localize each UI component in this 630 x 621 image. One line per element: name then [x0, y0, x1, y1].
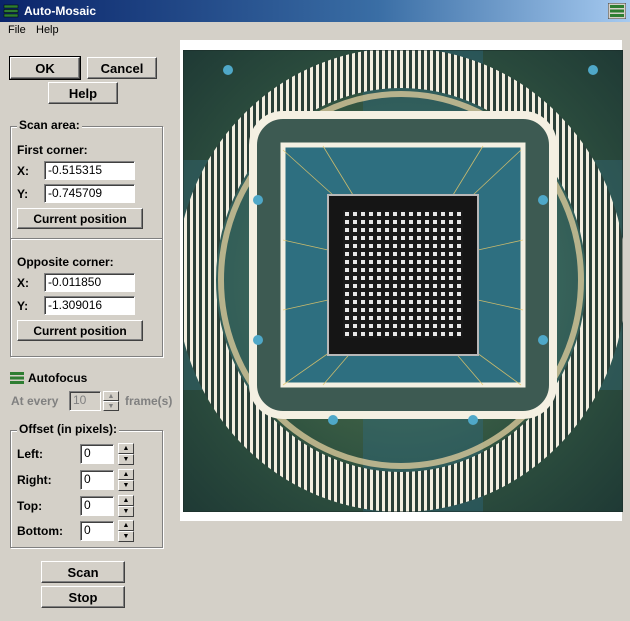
opposite-corner-y-input[interactable]: -1.309016 [44, 296, 135, 315]
offset-top-spinner[interactable]: ▲ ▼ [118, 495, 134, 517]
first-y-label: Y: [17, 187, 29, 201]
offset-right-spinner[interactable]: ▲ ▼ [118, 469, 134, 491]
first-corner-y-input[interactable]: -0.745709 [44, 184, 135, 203]
first-x-label: X: [17, 164, 29, 178]
spinner-down-icon[interactable]: ▼ [118, 454, 134, 465]
auto-mosaic-window: Auto-Mosaic File Help OK Cancel Help Sca… [0, 0, 630, 621]
spinner-up-icon[interactable]: ▲ [118, 443, 134, 454]
offset-top-label: Top: [17, 499, 43, 513]
autofocus-label[interactable]: Autofocus [28, 371, 87, 385]
spinner-up-icon[interactable]: ▲ [118, 495, 134, 506]
menu-file[interactable]: File [6, 24, 28, 36]
opposite-x-label: X: [17, 276, 29, 290]
autofocus-frames-input[interactable]: 10 [69, 391, 101, 411]
offset-bottom-input[interactable]: 0 [80, 521, 114, 541]
spinner-down-icon[interactable]: ▼ [118, 531, 134, 542]
menu-bar: File Help [0, 22, 630, 40]
offset-right-label: Right: [17, 473, 52, 487]
spinner-down-icon[interactable]: ▼ [103, 401, 119, 411]
spinner-up-icon[interactable]: ▲ [118, 520, 134, 531]
offset-top-input[interactable]: 0 [80, 496, 114, 516]
first-corner-label: First corner: [17, 143, 88, 157]
ok-button[interactable]: OK [9, 56, 81, 80]
spinner-up-icon[interactable]: ▲ [103, 391, 119, 401]
opposite-corner-x-input[interactable]: -0.011850 [44, 273, 135, 292]
at-every-label: At every [11, 394, 59, 408]
app-icon [3, 4, 19, 18]
help-button[interactable]: Help [48, 82, 118, 104]
opposite-y-label: Y: [17, 299, 29, 313]
offset-bottom-spinner[interactable]: ▲ ▼ [118, 520, 134, 542]
first-corner-x-input[interactable]: -0.515315 [44, 161, 135, 180]
offset-label: Offset (in pixels): [17, 422, 120, 436]
spinner-down-icon[interactable]: ▼ [118, 480, 134, 491]
autofocus-toggle-icon[interactable] [10, 372, 24, 384]
spinner-up-icon[interactable]: ▲ [118, 469, 134, 480]
offset-left-spinner[interactable]: ▲ ▼ [118, 443, 134, 465]
offset-bottom-label: Bottom: [17, 524, 63, 538]
scan-area-divider [11, 238, 162, 240]
opposite-current-position-button[interactable]: Current position [17, 320, 143, 341]
offset-left-label: Left: [17, 447, 43, 461]
offset-right-input[interactable]: 0 [80, 470, 114, 490]
scan-area-label: Scan area: [17, 118, 82, 132]
opposite-corner-label: Opposite corner: [17, 255, 114, 269]
scan-button[interactable]: Scan [41, 561, 125, 583]
autofocus-frames-spinner[interactable]: ▲ ▼ [103, 391, 119, 411]
spinner-down-icon[interactable]: ▼ [118, 506, 134, 517]
menu-help[interactable]: Help [34, 24, 61, 36]
title-bar[interactable]: Auto-Mosaic [0, 0, 630, 22]
offset-left-input[interactable]: 0 [80, 444, 114, 464]
first-current-position-button[interactable]: Current position [17, 208, 143, 229]
chip-mosaic-image [183, 50, 623, 512]
window-title: Auto-Mosaic [24, 4, 96, 18]
frames-suffix-label: frame(s) [125, 394, 173, 408]
cancel-button[interactable]: Cancel [87, 57, 157, 79]
system-menu-icon[interactable] [608, 3, 626, 19]
mosaic-image-panel[interactable] [180, 40, 623, 521]
stop-button[interactable]: Stop [41, 586, 125, 608]
